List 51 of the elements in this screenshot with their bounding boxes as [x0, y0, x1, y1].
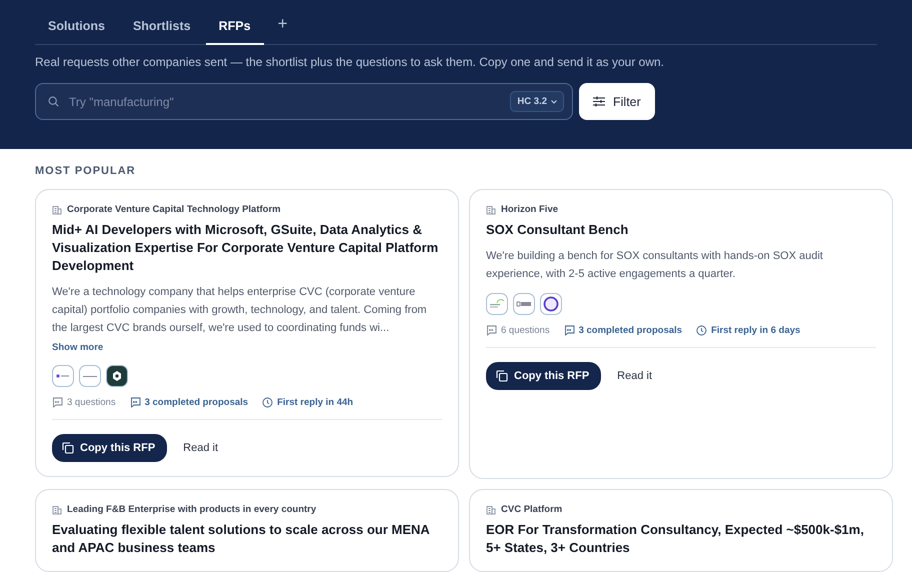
rfp-title: Mid+ AI Developers with Microsoft, GSuite, Data Analytics & Visualization Expertise For Corporate Venture Capital Platform Development — [52, 221, 440, 275]
clock-icon — [696, 325, 708, 336]
company-logo-icon — [52, 365, 74, 387]
search-field[interactable]: Try "manufacturing" HC 3.2 — [35, 83, 573, 120]
rfp-title: Evaluating flexible talent solutions to scale across our MENA and APAC business teams — [52, 521, 430, 557]
chevron-down-icon — [551, 100, 557, 104]
section-heading: MOST POPULAR — [35, 165, 137, 177]
tab[interactable]: Solutions — [35, 9, 118, 45]
read-it-link[interactable]: Read it — [617, 370, 652, 382]
tab[interactable]: Shortlists — [120, 9, 204, 45]
rfp-title: SOX Consultant Bench — [486, 221, 630, 239]
rfp-description: We're a technology company that helps enterprise CVC (corporate venture capital) portfolio companies with growth, technology, and talent. Coming from the largest CVC brands ourself, we're used to coordinating funds wi... — [52, 285, 428, 336]
copy-icon — [62, 442, 74, 454]
sliders-icon — [593, 96, 605, 107]
speech-bubble-icon — [52, 397, 63, 408]
copy-icon — [496, 370, 508, 382]
questions-count: 3 questions — [67, 397, 116, 408]
company-logo-icon — [79, 365, 101, 387]
copy-rfp-button[interactable]: Copy this RFP — [486, 362, 602, 390]
speech-bubble-icon — [130, 397, 141, 408]
clock-icon — [262, 397, 274, 408]
proposals-link[interactable]: 3 completed proposals — [578, 325, 682, 336]
show-more-link[interactable]: Show more — [52, 342, 104, 353]
company-logo-icon — [106, 365, 128, 387]
company-logo-icon — [486, 293, 508, 315]
rfp-title: EOR For Transformation Consultancy, Expected ~$500k-$1m, 5+ States, 3+ Countries — [486, 521, 865, 557]
rfp-description: We're building a bench for SOX consultants with hands-on SOX audit experience, with 2-5 active engagements a quarter. — [486, 249, 824, 282]
company-name: Horizon Five — [501, 204, 558, 215]
building-icon — [52, 504, 62, 514]
intro-text: Real requests other companies sent — the shortlist plus the questions to ask them. Copy one and send it as your own. — [35, 55, 666, 69]
questions-count: 6 questions — [501, 325, 550, 336]
company-name: Corporate Venture Capital Technology Platform — [67, 204, 281, 215]
company-logo-icon — [540, 293, 562, 315]
version-dropdown[interactable]: HC 3.2 — [510, 91, 564, 112]
building-icon — [486, 504, 496, 514]
proposals-link[interactable]: 3 completed proposals — [144, 397, 248, 408]
filter-button[interactable]: Filter — [579, 83, 655, 120]
building-icon — [486, 204, 496, 214]
first-reply-text: First reply in 6 days — [711, 325, 800, 336]
speech-bubble-icon — [486, 325, 497, 336]
add-tab-button[interactable]: + — [266, 8, 300, 44]
company-logo-icon — [513, 293, 535, 315]
search-icon — [48, 96, 59, 107]
read-it-link[interactable]: Read it — [183, 442, 218, 454]
company-name: Leading F&B Enterprise with products in every country — [67, 504, 316, 515]
speech-bubble-icon — [564, 325, 575, 336]
first-reply-text: First reply in 44h — [277, 397, 354, 408]
tab[interactable]: RFPs — [206, 9, 264, 45]
building-icon — [52, 204, 62, 214]
copy-rfp-button[interactable]: Copy this RFP — [52, 434, 168, 462]
company-name: CVC Platform — [501, 504, 562, 515]
